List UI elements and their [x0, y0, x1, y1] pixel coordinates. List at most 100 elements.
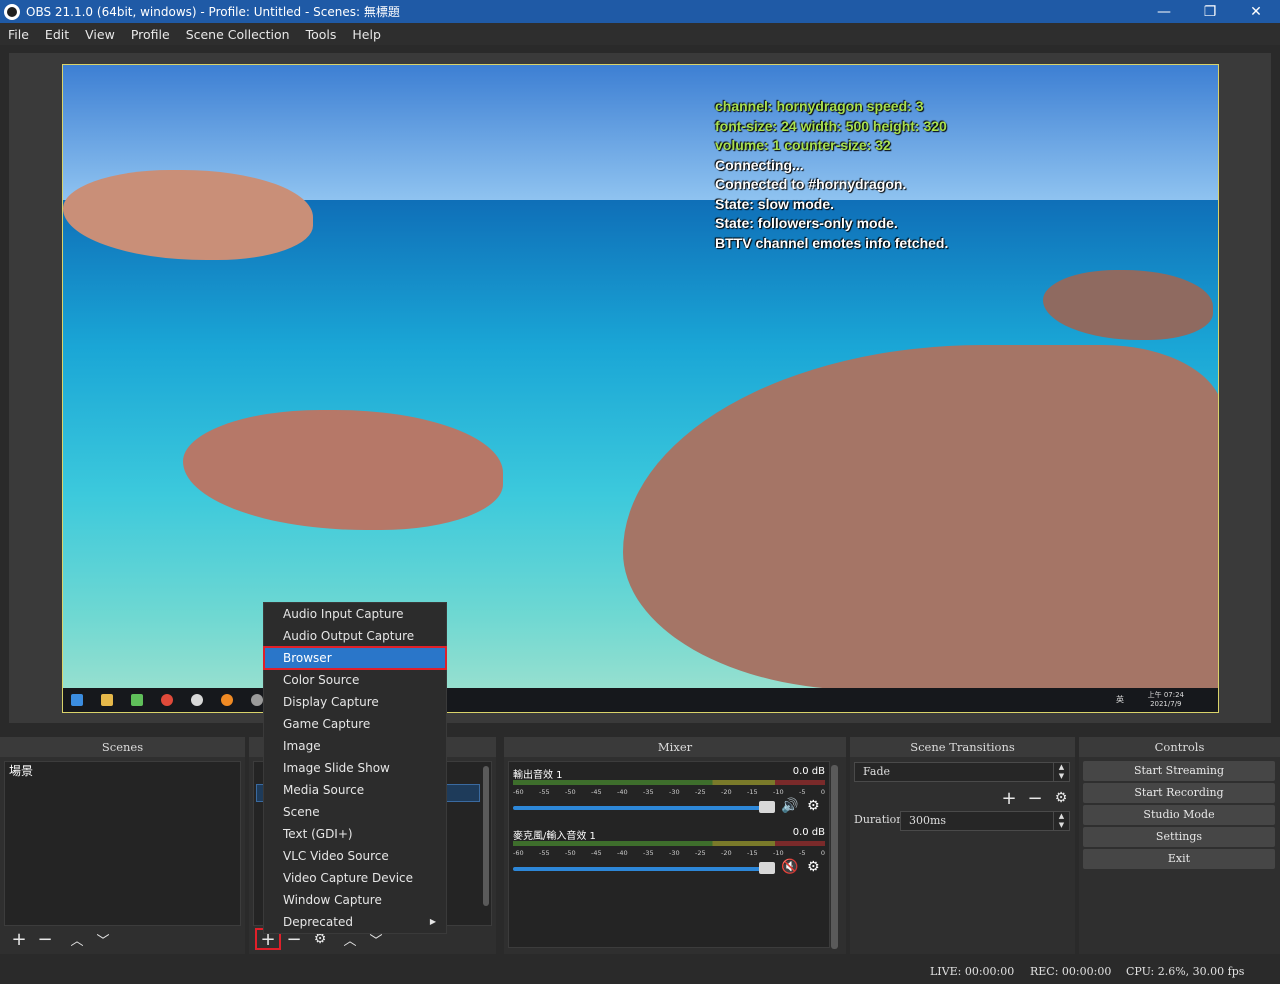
menu-image-slide-show[interactable]: Image Slide Show	[264, 757, 446, 779]
title-bar: OBS 21.1.0 (64bit, windows) - Profile: U…	[0, 0, 1280, 23]
menu-audio-input-capture[interactable]: Audio Input Capture	[264, 603, 446, 625]
studio-mode-button[interactable]: Studio Mode	[1083, 805, 1275, 825]
mixer-scrollbar[interactable]	[831, 765, 838, 949]
channel-db: 0.0 dB	[792, 766, 825, 777]
volume-meter	[513, 841, 825, 846]
taskbar-clock: 上午 07:24 2021/7/9	[1148, 691, 1184, 709]
menu-video-capture-device[interactable]: Video Capture Device	[264, 867, 446, 889]
settings-button[interactable]: Settings	[1083, 827, 1275, 847]
add-source-menu: Audio Input Capture Audio Output Capture…	[263, 602, 447, 934]
spin-arrows-icon: ▲ ▼	[1053, 812, 1069, 830]
menu-color-source[interactable]: Color Source	[264, 669, 446, 691]
menu-window-capture[interactable]: Window Capture	[264, 889, 446, 911]
menu-help[interactable]: Help	[344, 27, 389, 42]
overlay-line: Connecting...	[715, 156, 804, 173]
meter-ticks: -60 -55 -50 -45 -40 -35 -30 -25 -20 -15 -10 -5 0	[513, 788, 825, 796]
move-scene-down-button[interactable]: ﹀	[90, 928, 116, 950]
volume-slider-track[interactable]	[513, 867, 769, 871]
clock-time: 上午 07:24	[1147, 691, 1184, 699]
overlay-line: Connected to #hornydragon.	[715, 176, 907, 192]
menu-view[interactable]: View	[77, 27, 123, 42]
menu-scene[interactable]: Scene	[264, 801, 446, 823]
submenu-arrow-icon: ▶	[429, 917, 436, 926]
transition-selected: Fade	[863, 765, 890, 778]
channel-db: 0.0 dB	[792, 827, 825, 838]
volume-slider-track[interactable]	[513, 806, 769, 810]
notepad-icon	[131, 694, 143, 706]
chrome-icon	[161, 694, 173, 706]
chat-overlay: channel: hornydragon speed: 3 font-size:…	[715, 97, 948, 253]
file-explorer-icon	[101, 694, 113, 706]
overlay-line: volume: 1 counter-size: 32	[715, 137, 891, 153]
menu-file[interactable]: File	[0, 27, 37, 42]
captured-taskbar: 英 上午 07:24 2021/7/9	[63, 688, 1218, 712]
exit-button[interactable]: Exit	[1083, 849, 1275, 869]
mixer-dock: Mixer 輸出音效 1 0.0 dB -60 -55 -50 -45 -40 -35 -3…	[504, 737, 846, 954]
chrome-alt-icon	[191, 694, 203, 706]
close-button[interactable]: ✕	[1233, 0, 1279, 23]
overlay-line: State: slow mode.	[715, 195, 835, 212]
menu-display-capture[interactable]: Display Capture	[264, 691, 446, 713]
add-transition-button[interactable]: +	[996, 787, 1022, 809]
channel-name: 輸出音效 1	[513, 770, 563, 781]
window-title: OBS 21.1.0 (64bit, windows) - Profile: U…	[26, 5, 400, 19]
transition-select[interactable]: Fade ▲ ▼	[854, 762, 1070, 782]
menu-image[interactable]: Image	[264, 735, 446, 757]
start-streaming-button[interactable]: Start Streaming	[1083, 761, 1275, 781]
transitions-dock: Scene Transitions Fade ▲ ▼ + − ⚙ Duration…	[850, 737, 1075, 954]
volume-slider-handle[interactable]	[759, 862, 775, 874]
menu-game-capture[interactable]: Game Capture	[264, 713, 446, 735]
scene-item[interactable]: 場景	[5, 762, 240, 780]
sources-scrollbar[interactable]	[483, 766, 489, 906]
speaker-icon[interactable]: 🔊	[781, 798, 798, 814]
transitions-toolbar: + − ⚙	[996, 787, 1074, 809]
scenes-header: Scenes	[0, 737, 245, 757]
menu-deprecated[interactable]: Deprecated ▶	[264, 911, 446, 933]
cpu-status: CPU: 2.6%, 30.00 fps	[1126, 965, 1245, 978]
menu-media-source[interactable]: Media Source	[264, 779, 446, 801]
menu-deprecated-label: Deprecated	[283, 915, 353, 929]
menu-text-gdi[interactable]: Text (GDI+)	[264, 823, 446, 845]
transitions-header: Scene Transitions	[850, 737, 1075, 757]
scenes-dock: Scenes 場景 + − ︿ ﹀	[0, 737, 245, 954]
menu-scene-collection[interactable]: Scene Collection	[178, 27, 298, 42]
menu-bar: File Edit View Profile Scene Collection …	[0, 23, 1280, 45]
channel-gear-icon[interactable]: ⚙	[807, 859, 820, 875]
overlay-line: State: followers-only mode.	[715, 215, 898, 231]
volume-meter	[513, 780, 825, 785]
menu-browser[interactable]: Browser	[263, 646, 447, 670]
minimize-button[interactable]: —	[1141, 0, 1187, 23]
duration-value: 300ms	[909, 814, 947, 827]
scenes-toolbar: + − ︿ ﹀	[6, 928, 116, 950]
remove-transition-button[interactable]: −	[1022, 787, 1048, 809]
status-bar: LIVE: 00:00:00 REC: 00:00:00 CPU: 2.6%, …	[0, 958, 1280, 984]
volume-slider-handle[interactable]	[759, 801, 775, 813]
preview-canvas[interactable]: channel: hornydragon speed: 3 font-size:…	[62, 64, 1219, 713]
overlay-line: BTTV channel emotes info fetched.	[715, 234, 949, 251]
channel-gear-icon[interactable]: ⚙	[807, 798, 820, 814]
menu-tools[interactable]: Tools	[298, 27, 345, 42]
menu-edit[interactable]: Edit	[37, 27, 77, 42]
live-status: LIVE: 00:00:00	[930, 965, 1015, 978]
menu-profile[interactable]: Profile	[123, 27, 178, 42]
mixer-body: 輸出音效 1 0.0 dB -60 -55 -50 -45 -40 -35 -30 -25 -2…	[508, 761, 830, 948]
remove-scene-button[interactable]: −	[32, 928, 58, 950]
duration-spinbox[interactable]: 300ms ▲ ▼	[900, 811, 1070, 831]
language-indicator: 英	[1116, 695, 1124, 704]
start-recording-button[interactable]: Start Recording	[1083, 783, 1275, 803]
windows-start-icon	[71, 694, 83, 706]
scenes-list: 場景	[4, 761, 241, 926]
speaker-muted-icon[interactable]: 🔇	[781, 859, 798, 875]
clock-date: 2021/7/9	[1150, 700, 1182, 708]
move-scene-up-button[interactable]: ︿	[64, 928, 90, 950]
duration-label: Duration	[854, 813, 904, 826]
add-scene-button[interactable]: +	[6, 928, 32, 950]
obs-logo-icon	[4, 3, 20, 20]
meter-ticks: -60 -55 -50 -45 -40 -35 -30 -25 -20 -15 -10 -5 0	[513, 849, 825, 857]
rec-status: REC: 00:00:00	[1030, 965, 1112, 978]
transition-gear-icon[interactable]: ⚙	[1048, 787, 1074, 809]
maximize-button[interactable]: ❐	[1187, 0, 1233, 23]
menu-vlc-video-source[interactable]: VLC Video Source	[264, 845, 446, 867]
controls-dock: Controls Start Streaming Start Recording…	[1079, 737, 1280, 954]
menu-audio-output-capture[interactable]: Audio Output Capture	[264, 625, 446, 647]
